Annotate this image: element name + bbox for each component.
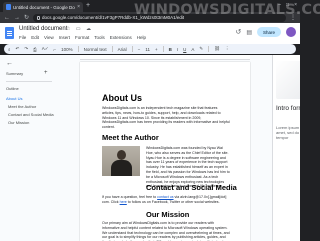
heading-about-us: About Us [102,93,142,103]
outline-item-our-mission[interactable]: Our Mission [8,120,29,125]
about-paragraph: WindowsDigitals.com is an independent te… [102,106,230,130]
search-menus-icon[interactable]: ⌕ [8,47,11,52]
undo-icon[interactable]: ↶ [16,46,20,52]
underline-button[interactable]: U [183,47,186,52]
document-page[interactable]: About Us WindowsDigitals.com is an indep… [80,62,250,241]
contact-text: If you have a question, feel free to [102,195,158,199]
panel-text: Lorem ipsum dolor sit amet, sed do eiusm… [276,125,300,140]
toolbar-divider [111,46,113,52]
forward-icon[interactable]: → [14,15,20,21]
font-size-decrease-button[interactable]: − [138,47,141,52]
mission-paragraph: Our primary aim at WindowsDigitals.com i… [102,221,230,241]
author-body [111,160,132,176]
new-tab-button[interactable]: + [86,2,90,10]
browser-tab[interactable]: Untitled document - Google Docs × [3,2,83,12]
docs-header: Untitled document ☆ ▭ ☁ File Edit View I… [0,23,300,44]
style-select[interactable]: Normal text [84,47,107,52]
tab-close-icon[interactable]: × [77,4,80,10]
lock-icon [37,15,41,20]
document-title[interactable]: Untitled document [19,26,67,32]
reload-icon[interactable]: ↻ [24,15,29,21]
contact-text: to follow us on Facebook, Twitter or oth… [126,199,220,204]
link-icon[interactable]: ⛓ [214,46,220,52]
heading-our-mission: Our Mission [146,210,190,219]
header-actions: ↺ ▤ Share [235,27,296,37]
menu-help[interactable]: Help [137,35,146,40]
summary-label: Summary [6,71,24,76]
panel-illustration [276,61,300,99]
font-size-increase-button[interactable]: + [155,47,158,52]
author-photo [102,146,140,176]
outline-divider [6,81,52,82]
document-workspace: ← Summary + Outline About Us Meet the Au… [0,55,300,241]
outline-label: Outline [6,86,19,91]
author-head [117,150,126,160]
menu-format[interactable]: Format [75,35,89,40]
menu-view[interactable]: View [44,35,54,40]
redo-icon[interactable]: ↷ [24,46,28,52]
outline-item-meet-the-author[interactable]: Meet the Author [8,104,36,109]
text-color-icon[interactable]: A [191,47,194,52]
side-panel: Intro form Lorem ipsum dolor sit amet, s… [272,55,300,241]
avatar[interactable] [286,27,296,37]
spellcheck-icon[interactable]: A✓ [42,46,49,52]
toolbar-divider [162,46,164,52]
toolbar-divider [77,46,79,52]
docs-menubar: File Edit View Insert Format Tools Exten… [19,35,146,40]
tab-title: Untitled document - Google Docs [13,4,76,10]
highlight-icon[interactable]: ✎ [199,46,203,52]
menu-insert[interactable]: Insert [59,35,70,40]
menu-extensions[interactable]: Extensions [110,35,132,40]
outline-sidebar: ← Summary + Outline About Us Meet the Au… [0,55,56,241]
menu-file[interactable]: File [19,35,26,40]
ruler[interactable] [80,55,250,60]
history-icon[interactable]: ↺ [235,28,241,36]
outline-item-contact[interactable]: Contact and Social Media [8,112,54,117]
print-icon[interactable]: ⎙ [33,47,37,52]
contact-us-link[interactable]: contact us [157,195,173,199]
close-outline-icon[interactable]: ← [6,60,13,67]
italic-button[interactable]: I [177,47,178,52]
toolbar-divider [131,46,133,52]
docs-logo-icon[interactable] [5,27,14,39]
contact-paragraph: If you have a question, feel free to con… [102,195,230,205]
heading-contact: Contact and Social Media [146,183,237,192]
toolbar-divider [208,46,210,52]
share-button[interactable]: Share [256,27,281,37]
watermark: WINDOWSDIGITALS.COM [134,2,320,18]
back-icon[interactable]: ← [4,15,10,21]
add-summary-icon[interactable]: + [44,70,48,76]
outline-item-about-us[interactable]: About Us [6,96,22,101]
docs-favicon-icon [6,4,11,10]
star-move-cloud-icons[interactable]: ☆ ▭ ☁ [66,26,93,32]
panel-title: Intro form [276,105,300,112]
menu-edit[interactable]: Edit [31,35,39,40]
font-size-field[interactable]: 11 [145,47,150,52]
more-options-icon[interactable]: ⋮ [225,46,230,52]
heading-meet-the-author: Meet the Author [102,133,159,142]
bold-button[interactable]: B [169,47,172,52]
formatting-toolbar: ⌕ ↶ ↷ ⎙ A✓ ⌐ 100% Normal text Arial − 11… [4,44,296,54]
social-here-link[interactable]: here [120,200,127,204]
comment-icon[interactable]: ▤ [246,29,252,36]
paint-format-icon[interactable]: ⌐ [53,47,56,52]
font-select[interactable]: Arial [118,47,127,52]
menu-tools[interactable]: Tools [94,35,105,40]
zoom-select[interactable]: 100% [61,47,73,52]
